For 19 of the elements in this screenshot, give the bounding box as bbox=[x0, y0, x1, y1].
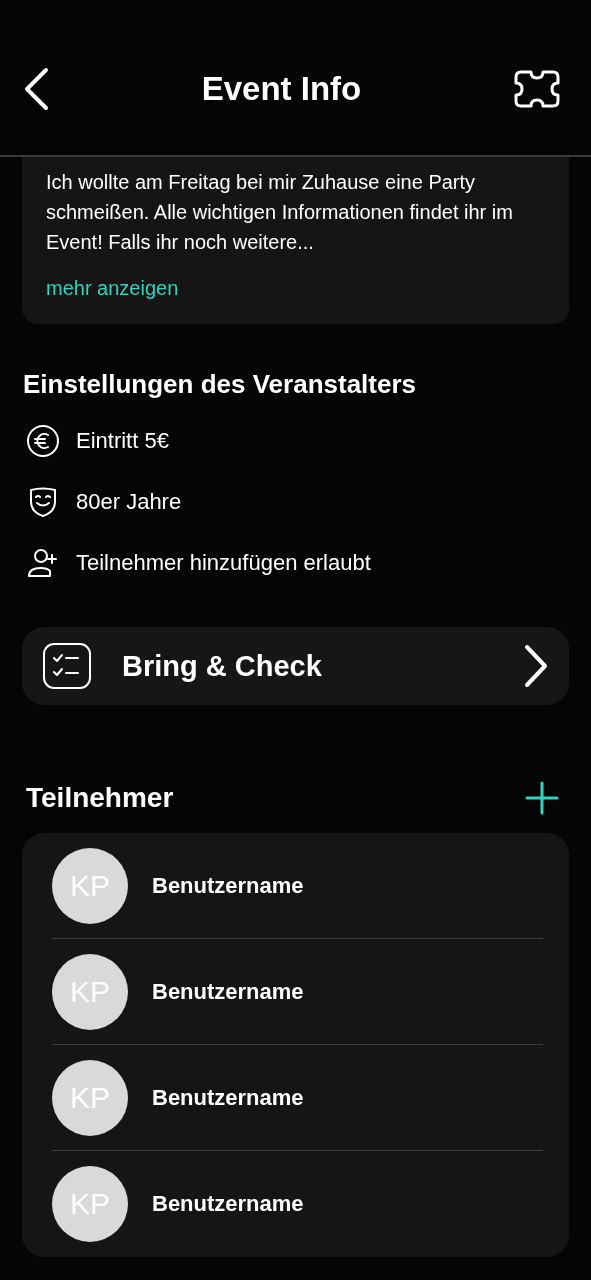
bring-check-button[interactable]: Bring & Check bbox=[22, 627, 569, 705]
setting-text: Eintritt 5€ bbox=[76, 427, 169, 454]
checklist-icon bbox=[42, 642, 92, 690]
chevron-right-icon bbox=[523, 644, 549, 688]
ticket-icon[interactable] bbox=[513, 68, 561, 109]
euro-icon bbox=[26, 423, 60, 458]
user-name[interactable]: Benutzername bbox=[152, 1084, 304, 1111]
page-title: Event Info bbox=[201, 69, 362, 108]
description-text: Ich wollte am Freitag bei mir Zuhause eine Party schmeißen. Alle wichtigen Informationen findet ihr im Event! Falls ihr noch weitere... bbox=[46, 170, 514, 255]
user-name[interactable]: Benutzername bbox=[152, 978, 304, 1005]
setting-text: Teilnehmer hinzufügen erlaubt bbox=[76, 549, 371, 576]
section-title: Teilnehmer bbox=[26, 782, 174, 814]
show-more-link[interactable]: mehr anzeigen bbox=[46, 277, 179, 300]
user-name[interactable]: Benutzername bbox=[152, 1190, 304, 1217]
user-name[interactable]: Benutzername bbox=[152, 872, 304, 899]
add-icon[interactable] bbox=[525, 781, 559, 815]
setting-text: 80er Jahre bbox=[76, 488, 182, 515]
back-button[interactable] bbox=[22, 66, 50, 111]
section-title: Einstellungen des Veranstalters bbox=[23, 369, 418, 400]
